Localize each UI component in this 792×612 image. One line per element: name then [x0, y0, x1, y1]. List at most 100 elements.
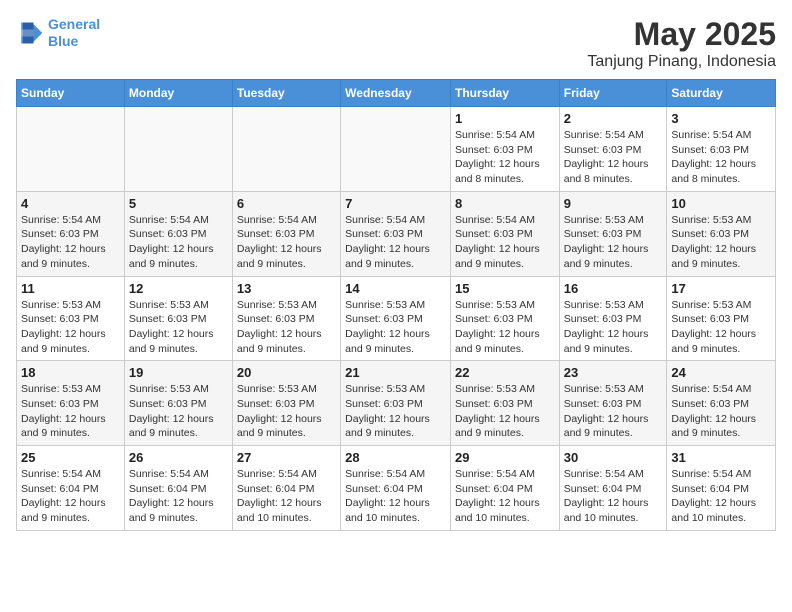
- day-number: 31: [671, 450, 771, 465]
- calendar-cell: 29 Sunrise: 5:54 AM Sunset: 6:04 PM Dayli…: [450, 446, 559, 531]
- day-number: 13: [237, 281, 336, 296]
- calendar-cell: 9 Sunrise: 5:53 AM Sunset: 6:03 PM Daylig…: [559, 191, 667, 276]
- calendar-cell: 4Sunrise: 5:54 AM Sunset: 6:03 PM Daylig…: [17, 191, 125, 276]
- day-number: 24: [671, 365, 771, 380]
- day-number: 6: [237, 196, 336, 211]
- day-info: Sunrise: 5:54 AM Sunset: 6:04 PM Dayligh…: [455, 467, 555, 526]
- calendar-subtitle: Tanjung Pinang, Indonesia: [587, 53, 776, 71]
- day-number: 25: [21, 450, 120, 465]
- day-number: 30: [564, 450, 663, 465]
- calendar-cell: 23 Sunrise: 5:53 AM Sunset: 6:03 PM Dayli…: [559, 361, 667, 446]
- day-info: Sunrise: 5:54 AM Sunset: 6:03 PM Dayligh…: [455, 213, 555, 272]
- calendar-cell: [341, 107, 451, 192]
- calendar-cell: 16Sunrise: 5:53 AM Sunset: 6:03 PM Dayli…: [559, 276, 667, 361]
- day-info: Sunrise: 5:53 AM Sunset: 6:03 PM Dayligh…: [237, 382, 336, 441]
- calendar-week-row: 4Sunrise: 5:54 AM Sunset: 6:03 PM Daylig…: [17, 191, 776, 276]
- day-info: Sunrise: 5:54 AM Sunset: 6:03 PM Dayligh…: [564, 128, 663, 187]
- day-number: 16: [564, 281, 663, 296]
- weekday-header-sunday: Sunday: [17, 80, 125, 107]
- logo-line1: General: [48, 16, 100, 32]
- logo-icon: [16, 19, 44, 47]
- calendar-cell: 20Sunrise: 5:53 AM Sunset: 6:03 PM Dayli…: [232, 361, 340, 446]
- calendar-cell: 14Sunrise: 5:53 AM Sunset: 6:03 PM Dayli…: [341, 276, 451, 361]
- logo-text: General Blue: [48, 16, 100, 50]
- weekday-header-friday: Friday: [559, 80, 667, 107]
- day-info: Sunrise: 5:54 AM Sunset: 6:04 PM Dayligh…: [671, 467, 771, 526]
- day-number: 5: [129, 196, 228, 211]
- day-number: 7: [345, 196, 446, 211]
- weekday-header-tuesday: Tuesday: [232, 80, 340, 107]
- calendar-cell: 15 Sunrise: 5:53 AM Sunset: 6:03 PM Dayli…: [450, 276, 559, 361]
- day-info: Sunrise: 5:54 AM Sunset: 6:04 PM Dayligh…: [564, 467, 663, 526]
- logo: General Blue: [16, 16, 100, 50]
- weekday-header-saturday: Saturday: [667, 80, 776, 107]
- day-info: Sunrise: 5:53 AM Sunset: 6:03 PM Dayligh…: [455, 382, 555, 441]
- calendar-week-row: 1Sunrise: 5:54 AM Sunset: 6:03 PM Daylig…: [17, 107, 776, 192]
- day-info: Sunrise: 5:54 AM Sunset: 6:03 PM Dayligh…: [21, 213, 120, 272]
- day-info: Sunrise: 5:53 AM Sunset: 6:03 PM Dayligh…: [21, 382, 120, 441]
- weekday-header-row: SundayMondayTuesdayWednesdayThursdayFrid…: [17, 80, 776, 107]
- day-info: Sunrise: 5:54 AM Sunset: 6:03 PM Dayligh…: [237, 213, 336, 272]
- day-info: Sunrise: 5:54 AM Sunset: 6:04 PM Dayligh…: [237, 467, 336, 526]
- weekday-header-wednesday: Wednesday: [341, 80, 451, 107]
- logo-line2: Blue: [48, 33, 78, 49]
- calendar-week-row: 25 Sunrise: 5:54 AM Sunset: 6:04 PM Dayli…: [17, 446, 776, 531]
- day-number: 27: [237, 450, 336, 465]
- calendar-cell: 26 Sunrise: 5:54 AM Sunset: 6:04 PM Dayli…: [124, 446, 232, 531]
- day-info: Sunrise: 5:53 AM Sunset: 6:03 PM Dayligh…: [345, 382, 446, 441]
- day-info: Sunrise: 5:54 AM Sunset: 6:03 PM Dayligh…: [671, 128, 771, 187]
- calendar-cell: [17, 107, 125, 192]
- day-number: 9: [564, 196, 663, 211]
- calendar-cell: [124, 107, 232, 192]
- calendar-table: SundayMondayTuesdayWednesdayThursdayFrid…: [16, 79, 776, 531]
- day-info: Sunrise: 5:54 AM Sunset: 6:04 PM Dayligh…: [345, 467, 446, 526]
- calendar-cell: 21Sunrise: 5:53 AM Sunset: 6:03 PM Dayli…: [341, 361, 451, 446]
- day-info: Sunrise: 5:53 AM Sunset: 6:03 PM Dayligh…: [671, 213, 771, 272]
- calendar-cell: 24 Sunrise: 5:54 AM Sunset: 6:03 PM Dayli…: [667, 361, 776, 446]
- day-info: Sunrise: 5:53 AM Sunset: 6:03 PM Dayligh…: [671, 298, 771, 357]
- day-number: 29: [455, 450, 555, 465]
- calendar-cell: 12Sunrise: 5:53 AM Sunset: 6:03 PM Dayli…: [124, 276, 232, 361]
- day-number: 12: [129, 281, 228, 296]
- calendar-cell: 7Sunrise: 5:54 AM Sunset: 6:03 PM Daylig…: [341, 191, 451, 276]
- day-info: Sunrise: 5:53 AM Sunset: 6:03 PM Dayligh…: [237, 298, 336, 357]
- calendar-title: May 2025: [587, 16, 776, 53]
- calendar-cell: 8 Sunrise: 5:54 AM Sunset: 6:03 PM Daylig…: [450, 191, 559, 276]
- day-info: Sunrise: 5:54 AM Sunset: 6:04 PM Dayligh…: [21, 467, 120, 526]
- day-number: 14: [345, 281, 446, 296]
- calendar-cell: 11 Sunrise: 5:53 AM Sunset: 6:03 PM Dayli…: [17, 276, 125, 361]
- calendar-cell: 25 Sunrise: 5:54 AM Sunset: 6:04 PM Dayli…: [17, 446, 125, 531]
- calendar-week-row: 11 Sunrise: 5:53 AM Sunset: 6:03 PM Dayli…: [17, 276, 776, 361]
- calendar-cell: 19 Sunrise: 5:53 AM Sunset: 6:03 PM Dayli…: [124, 361, 232, 446]
- title-block: May 2025 Tanjung Pinang, Indonesia: [587, 16, 776, 71]
- day-info: Sunrise: 5:53 AM Sunset: 6:03 PM Dayligh…: [21, 298, 120, 357]
- day-info: Sunrise: 5:54 AM Sunset: 6:04 PM Dayligh…: [129, 467, 228, 526]
- day-info: Sunrise: 5:53 AM Sunset: 6:03 PM Dayligh…: [129, 382, 228, 441]
- calendar-cell: 31 Sunrise: 5:54 AM Sunset: 6:04 PM Dayli…: [667, 446, 776, 531]
- day-number: 28: [345, 450, 446, 465]
- day-info: Sunrise: 5:54 AM Sunset: 6:03 PM Dayligh…: [455, 128, 555, 187]
- day-number: 19: [129, 365, 228, 380]
- calendar-cell: 30 Sunrise: 5:54 AM Sunset: 6:04 PM Dayli…: [559, 446, 667, 531]
- day-number: 11: [21, 281, 120, 296]
- day-number: 15: [455, 281, 555, 296]
- calendar-cell: 18 Sunrise: 5:53 AM Sunset: 6:03 PM Dayli…: [17, 361, 125, 446]
- day-info: Sunrise: 5:53 AM Sunset: 6:03 PM Dayligh…: [564, 382, 663, 441]
- day-number: 26: [129, 450, 228, 465]
- day-number: 23: [564, 365, 663, 380]
- calendar-cell: 1Sunrise: 5:54 AM Sunset: 6:03 PM Daylig…: [450, 107, 559, 192]
- day-info: Sunrise: 5:53 AM Sunset: 6:03 PM Dayligh…: [455, 298, 555, 357]
- weekday-header-thursday: Thursday: [450, 80, 559, 107]
- calendar-cell: 13 Sunrise: 5:53 AM Sunset: 6:03 PM Dayli…: [232, 276, 340, 361]
- calendar-cell: 28 Sunrise: 5:54 AM Sunset: 6:04 PM Dayli…: [341, 446, 451, 531]
- day-info: Sunrise: 5:53 AM Sunset: 6:03 PM Dayligh…: [564, 213, 663, 272]
- calendar-cell: 10Sunrise: 5:53 AM Sunset: 6:03 PM Dayli…: [667, 191, 776, 276]
- calendar-week-row: 18 Sunrise: 5:53 AM Sunset: 6:03 PM Dayli…: [17, 361, 776, 446]
- day-info: Sunrise: 5:54 AM Sunset: 6:03 PM Dayligh…: [671, 382, 771, 441]
- calendar-cell: 5Sunrise: 5:54 AM Sunset: 6:03 PM Daylig…: [124, 191, 232, 276]
- day-number: 8: [455, 196, 555, 211]
- calendar-cell: 3Sunrise: 5:54 AM Sunset: 6:03 PM Daylig…: [667, 107, 776, 192]
- calendar-cell: 27 Sunrise: 5:54 AM Sunset: 6:04 PM Dayli…: [232, 446, 340, 531]
- day-number: 18: [21, 365, 120, 380]
- day-number: 22: [455, 365, 555, 380]
